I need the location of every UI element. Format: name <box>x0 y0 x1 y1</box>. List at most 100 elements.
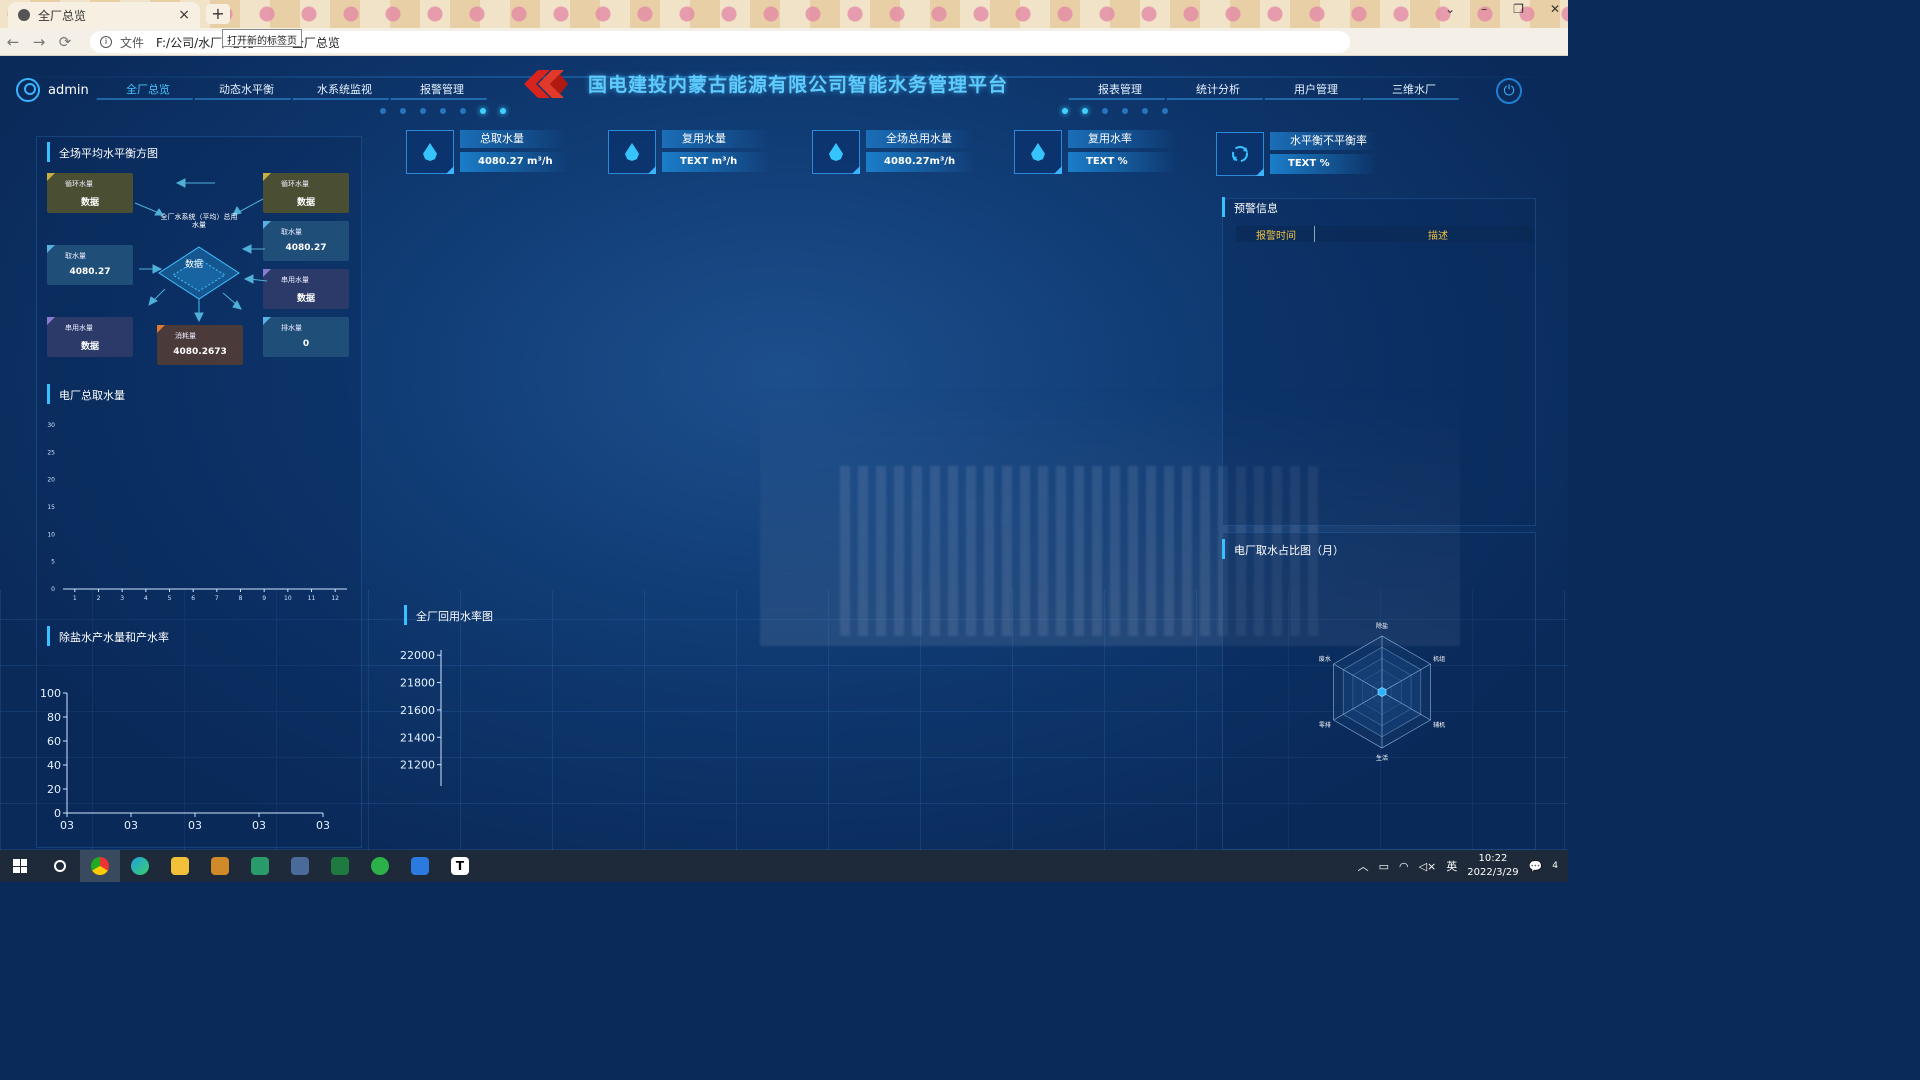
typora-icon[interactable]: T <box>440 850 480 882</box>
radar-series <box>1377 686 1387 698</box>
box-label: 循环水量 <box>281 180 309 188</box>
left-panel: 全场平均水平衡方图 循环水量 数据 循环水量 数据 取水量 4080.27 取水… <box>36 136 362 848</box>
water-drop-icon <box>608 130 656 174</box>
browser-tab[interactable]: 全厂总览 × <box>8 2 200 28</box>
nav-item-dynamic-balance[interactable]: 动态水平衡 <box>194 80 298 100</box>
nav-item-reports[interactable]: 报表管理 <box>1068 80 1172 100</box>
edge-icon[interactable] <box>120 850 160 882</box>
box-label: 取水量 <box>65 252 86 260</box>
header-dots-left <box>380 108 506 114</box>
wifi-icon[interactable]: ◠ <box>1399 860 1409 873</box>
balance-box[interactable]: 排水量 0 <box>263 317 349 357</box>
x-tick-label: 8 <box>239 595 243 601</box>
balance-box[interactable]: 串用水量 数据 <box>47 317 133 357</box>
balance-box[interactable]: 取水量 4080.27 <box>263 221 349 261</box>
battery-icon[interactable]: ▭ <box>1379 860 1389 873</box>
box-label: 串用水量 <box>65 324 93 332</box>
nav-item-overview[interactable]: 全厂总览 <box>96 80 200 100</box>
y-tick-label: 60 <box>47 735 61 748</box>
box-value: 数据 <box>80 198 99 208</box>
balance-box[interactable]: 循环水量 数据 <box>263 173 349 213</box>
box-value: 0 <box>302 339 310 349</box>
app-blue-icon[interactable] <box>400 850 440 882</box>
balance-box[interactable]: 取水量 4080.27 <box>47 245 133 285</box>
x-tick-label: 03 <box>188 819 202 832</box>
tab-title: 全厂总览 <box>38 8 87 23</box>
dashboard: admin 全厂总览 动态水平衡 水系统监视 报警管理 国电建投内蒙古能源有限公… <box>0 56 1568 850</box>
reload-icon[interactable]: ⟳ <box>52 33 78 51</box>
desal-title: 除盐水产水量和产水率 <box>47 626 169 646</box>
balance-box[interactable]: 消耗量 4080.2673 <box>157 325 243 365</box>
app-settings-icon[interactable] <box>200 850 240 882</box>
system-tray: ︿ ▭ ◠ ◁× 英 10:22 2022/3/29 💬 4 <box>1358 850 1558 882</box>
page-favicon-icon <box>18 9 30 21</box>
app-chart-icon[interactable] <box>280 850 320 882</box>
x-tick-label: 03 <box>252 819 266 832</box>
center-node-label: 全厂水系统（平均）总用水量 <box>160 213 238 229</box>
excel-icon[interactable] <box>320 850 360 882</box>
y-tick-label: 30 <box>47 422 55 429</box>
header-dots-right <box>1062 108 1168 114</box>
url-scheme: 文件 <box>120 35 145 50</box>
box-label: 排水量 <box>281 324 302 332</box>
balance-box[interactable]: 串用水量 数据 <box>263 269 349 309</box>
y-tick-label: 80 <box>47 711 61 724</box>
clock[interactable]: 10:22 2022/3/29 <box>1467 852 1518 880</box>
alert-col-desc[interactable]: 描述 <box>1428 227 1448 242</box>
clock-time: 10:22 <box>1478 853 1508 864</box>
kpi-label: 复用水量 <box>662 130 770 148</box>
ime-indicator[interactable]: 英 <box>1446 858 1457 874</box>
desal-line-chart: 02040608010003 03 03 03 03 <box>40 687 330 832</box>
y-tick-label: 15 <box>47 504 55 511</box>
restore-icon[interactable]: ❐ <box>1513 2 1524 16</box>
nav-item-alarm[interactable]: 报警管理 <box>390 80 494 100</box>
intake-title: 电厂总取水量 <box>47 384 125 404</box>
y-tick-label: 21800 <box>400 677 435 690</box>
forward-icon[interactable]: → <box>26 33 52 51</box>
chevron-down-icon[interactable]: ⌄ <box>1445 2 1455 16</box>
nav-item-3d-plant[interactable]: 三维水厂 <box>1362 80 1466 100</box>
x-tick-label: 10 <box>284 595 292 601</box>
file-explorer-icon[interactable] <box>160 850 200 882</box>
x-tick-label: 03 <box>124 819 138 832</box>
reuse-rate-chart: 210002120021400216002180022000 <box>400 649 442 786</box>
user-info[interactable]: admin <box>16 78 89 102</box>
back-icon[interactable]: ← <box>0 33 26 51</box>
close-window-icon[interactable]: ✕ <box>1550 2 1560 16</box>
nav-item-water-monitor[interactable]: 水系统监视 <box>292 80 396 100</box>
search-icon[interactable] <box>40 850 80 882</box>
water-drop-icon <box>1014 130 1062 174</box>
chevron-up-icon[interactable]: ︿ <box>1358 858 1369 874</box>
tab-close-icon[interactable]: × <box>178 7 190 23</box>
radar-label: 生活 <box>1376 754 1388 762</box>
user-avatar-icon <box>16 78 40 102</box>
app-monitor-icon[interactable] <box>240 850 280 882</box>
kpi-label: 全场总用水量 <box>866 130 974 148</box>
balance-box[interactable]: 循环水量 数据 <box>47 173 133 213</box>
box-label: 取水量 <box>281 228 302 236</box>
minimize-icon[interactable]: – <box>1481 2 1487 16</box>
app-header: admin 全厂总览 动态水平衡 水系统监视 报警管理 国电建投内蒙古能源有限公… <box>0 56 1568 116</box>
x-tick-label: 6 <box>191 595 195 601</box>
windows-icon <box>13 859 27 873</box>
notification-icon[interactable]: 💬 <box>1529 860 1543 873</box>
info-icon[interactable]: i <box>100 36 112 48</box>
volume-icon[interactable]: ◁× <box>1419 860 1437 873</box>
recycle-icon <box>1216 132 1264 176</box>
chrome-icon[interactable] <box>80 850 120 882</box>
power-icon[interactable]: ⏻ <box>1496 78 1522 104</box>
radar-label: 辅机 <box>1433 721 1445 729</box>
alert-col-time[interactable]: 报警时间 <box>1256 227 1296 242</box>
kpi-label: 水平衡不平衡率 <box>1270 132 1378 150</box>
box-value: 数据 <box>80 342 99 352</box>
nav-item-statistics[interactable]: 统计分析 <box>1166 80 1270 100</box>
wechat-icon[interactable] <box>360 850 400 882</box>
nav-item-users[interactable]: 用户管理 <box>1264 80 1368 100</box>
center-node-value: 数据 <box>185 260 204 270</box>
y-tick-label: 21600 <box>400 704 435 717</box>
radar-label: 除盐 <box>1376 622 1388 630</box>
x-tick-label: 1 <box>73 595 77 601</box>
x-tick-label: 9 <box>262 595 266 601</box>
start-button[interactable] <box>0 850 40 882</box>
new-tab-button[interactable]: + <box>206 4 230 24</box>
